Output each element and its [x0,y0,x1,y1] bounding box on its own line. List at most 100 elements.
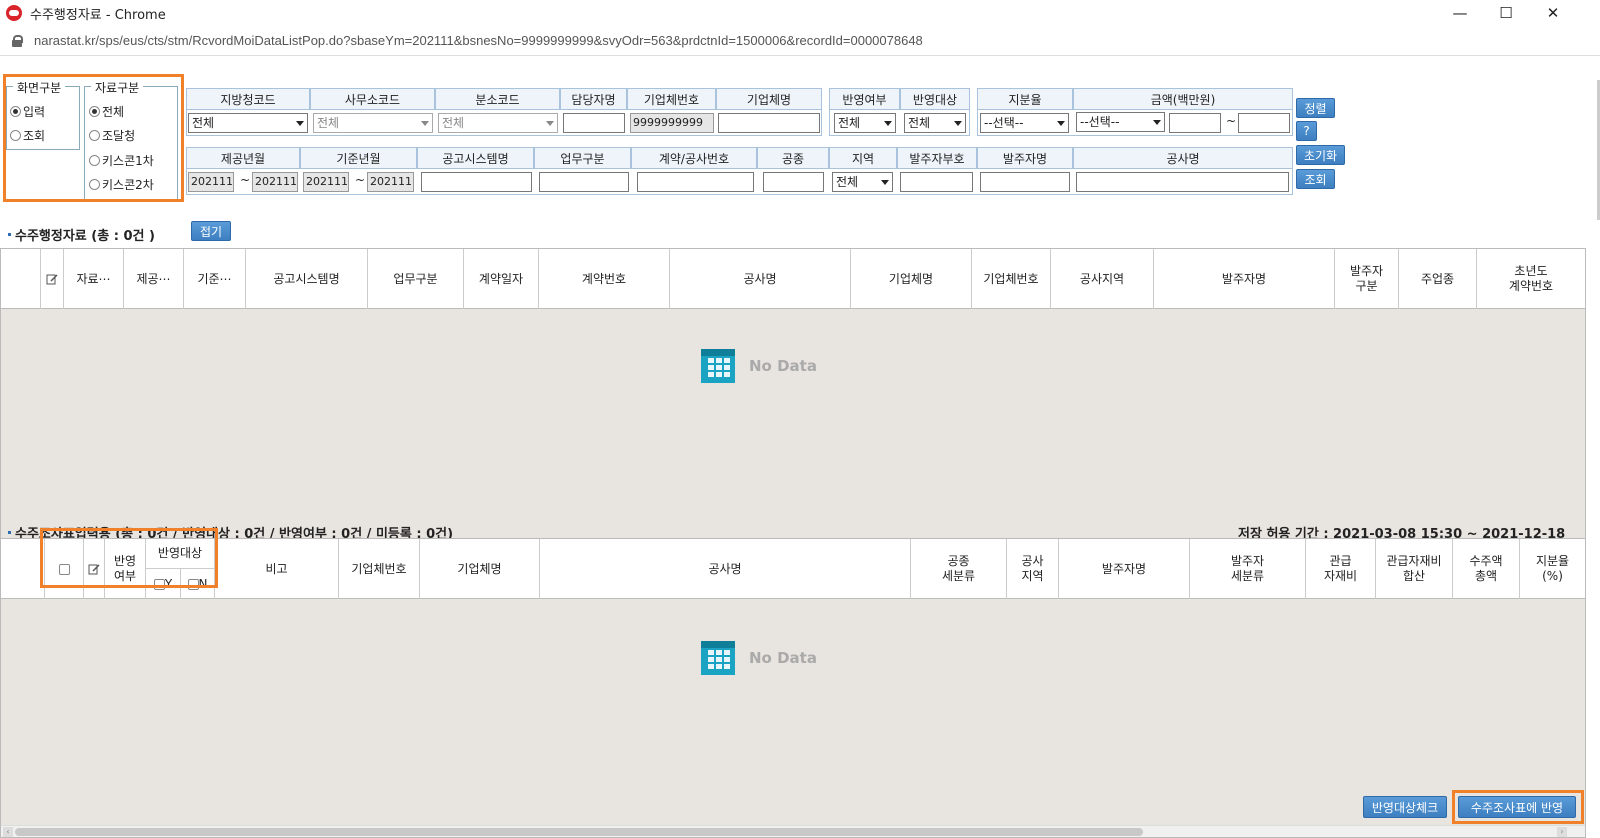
sort-button[interactable]: 정렬 [1296,98,1335,118]
grid2-col-8[interactable]: 관급 자재비 [1306,539,1376,599]
reset-button[interactable]: 초기화 [1296,145,1345,165]
base-to-input[interactable]: 202111 [367,172,414,192]
grid1-col-7[interactable]: 공사명 [670,249,851,309]
amount-select[interactable]: --선택-- [1076,112,1165,132]
grid2-col-0[interactable]: 비고 [215,539,339,599]
table-icon [701,641,735,675]
grid1-col-8[interactable]: 기업체명 [851,249,972,309]
grid1-col-3[interactable]: 공고시스템명 [246,249,368,309]
grid1-col-11[interactable]: 발주자명 [1154,249,1335,309]
select-value: 전체 [836,175,859,189]
help-button[interactable]: ? [1296,121,1317,141]
branch-code-select[interactable]: 전체 [438,113,558,133]
scroll-left-icon[interactable]: ‹ [3,827,13,837]
highlight-box [40,528,218,588]
chevron-down-icon [546,121,554,126]
grid2-col-3[interactable]: 공사명 [540,539,911,599]
grid1-col-0[interactable]: 자료⋯ [64,249,124,309]
chevron-down-icon [1153,120,1161,125]
grid2-col-10[interactable]: 수주액 총액 [1453,539,1520,599]
business-type-input[interactable] [539,172,629,192]
notice-system-input[interactable] [421,172,532,192]
select-value: 전체 [838,116,861,130]
scroll-thumb[interactable] [15,828,1143,836]
grid1-header: 자료⋯ 제공⋯ 기준⋯ 공고시스템명 업무구분 계약일자 계약번호 공사명 기업… [1,249,1585,309]
grid1-row-col [1,249,41,309]
region-code-select[interactable]: 전체 [188,113,308,133]
empty-text: No Data [749,649,817,667]
base-from-input[interactable]: 202111 [303,172,349,192]
label-share: 지분율 [977,88,1073,110]
reflect-target-select[interactable]: 전체 [904,113,966,133]
grid1-col-5[interactable]: 계약일자 [464,249,539,309]
amount-from-input[interactable] [1169,113,1221,133]
grid1-col-9[interactable]: 기업체번호 [972,249,1051,309]
close-button[interactable]: ✕ [1530,0,1576,26]
label-reflect-target: 반영대상 [900,88,970,110]
grid1-col-1[interactable]: 제공⋯ [124,249,184,309]
grid1-col-10[interactable]: 공사지역 [1051,249,1154,309]
label-project-name: 공사명 [1073,147,1293,169]
page-content: 화면구분 입력 조회 자료구분 전체 조달청 키스콘1차 키스콘2차 지방청코드… [0,56,1600,838]
label-biz-no: 기업체번호 [627,88,716,110]
project-name-input[interactable] [1076,172,1289,192]
grid1-col-14[interactable]: 초년도 계약번호 [1477,249,1585,309]
grid2-col-6[interactable]: 발주자명 [1059,539,1190,599]
provide-from-input[interactable]: 202111 [188,172,234,192]
grid2-hscroll[interactable]: ‹ › [1,825,1585,837]
grid2-col-2[interactable]: 기업체명 [420,539,540,599]
label-amount: 금액(백만원) [1073,88,1293,110]
biz-no-input[interactable]: 9999999999 [630,113,714,133]
grid2-col-5[interactable]: 공사 지역 [1007,539,1059,599]
grid2-col-1[interactable]: 기업체번호 [339,539,420,599]
maximize-button[interactable]: ☐ [1483,0,1529,26]
fold-button[interactable]: 접기 [191,221,231,241]
grid1-col-13[interactable]: 주업종 [1399,249,1477,309]
select-value: 전체 [442,116,465,130]
url-text[interactable]: narastat.kr/sps/eus/cts/stm/RcvordMoiDat… [34,33,923,48]
empty-text: No Data [749,357,817,375]
reflect-check-button[interactable]: 반영대상체크 [1363,796,1447,818]
table-icon [701,349,735,383]
select-value: 전체 [192,116,215,130]
grid1-col-12[interactable]: 발주자 구분 [1335,249,1399,309]
grid2-col-11[interactable]: 지분율 (%) [1520,539,1585,599]
grid1-col-2[interactable]: 기준⋯ [184,249,246,309]
label-reflect-yn: 반영여부 [829,88,900,110]
grid2-col-7[interactable]: 발주자 세분류 [1190,539,1306,599]
grid1-col-6[interactable]: 계약번호 [539,249,670,309]
tilde: ~ [1226,114,1237,128]
label-base-ym: 기준년월 [300,147,417,169]
manager-name-input[interactable] [563,113,625,133]
grid2-empty: No Data [701,641,817,675]
minimize-button[interactable]: — [1437,0,1483,26]
orderer-code-input[interactable] [900,172,973,192]
chevron-down-icon [421,121,429,126]
search-button[interactable]: 조회 [1296,169,1335,189]
label-contract-no: 계약/공사번호 [631,147,757,169]
chevron-down-icon [881,180,889,185]
bullet-icon [8,233,11,236]
lock-icon [12,34,23,47]
scroll-right-icon[interactable]: › [1557,827,1567,837]
amount-to-input[interactable] [1238,113,1290,133]
chevron-down-icon [954,121,962,126]
label-region: 지역 [829,147,897,169]
edit-icon [46,274,58,285]
grid2-col-9[interactable]: 관급자재비 합산 [1376,539,1453,599]
contract-no-input[interactable] [637,172,754,192]
work-type-input[interactable] [763,172,824,192]
address-bar[interactable]: narastat.kr/sps/eus/cts/stm/RcvordMoiDat… [0,26,1600,56]
label-orderer-name: 발주자명 [977,147,1073,169]
label-work-type: 공종 [757,147,829,169]
grid2-col-4[interactable]: 공종 세분류 [911,539,1007,599]
share-select[interactable]: --선택-- [980,113,1069,133]
region-select[interactable]: 전체 [832,172,893,192]
grid1-col-4[interactable]: 업무구분 [368,249,464,309]
provide-to-input[interactable]: 202111 [252,172,298,192]
reflect-yn-select[interactable]: 전체 [834,113,896,133]
label-branch-code: 분소코드 [435,88,560,110]
biz-name-input[interactable] [718,113,820,133]
office-code-select[interactable]: 전체 [313,113,433,133]
orderer-name-input[interactable] [980,172,1070,192]
